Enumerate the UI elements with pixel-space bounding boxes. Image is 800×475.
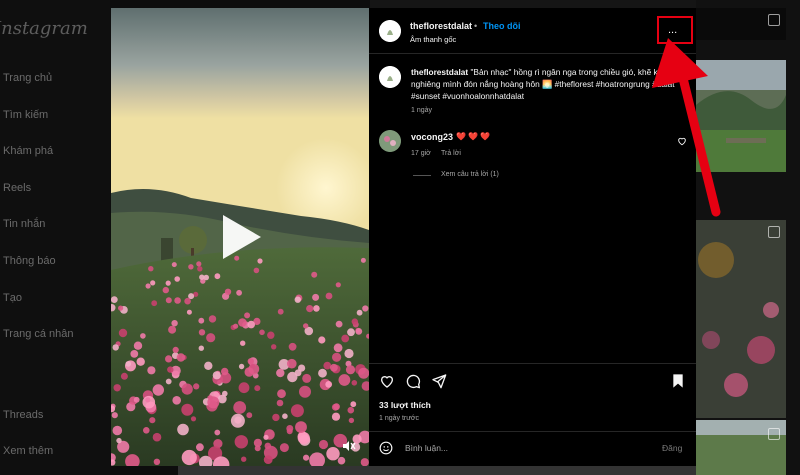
sidebar-item-explore[interactable]: Khám phá <box>3 145 53 157</box>
background-header <box>370 0 700 8</box>
emoji-icon[interactable] <box>379 441 393 455</box>
posted-time: 1 ngày trước <box>379 415 420 422</box>
comment-divider <box>369 431 696 432</box>
post-caption: theflorestdalat "Bản nhạc" hồng rì ngân … <box>411 66 683 102</box>
reel-icon <box>768 428 780 440</box>
annotation-arrow <box>652 38 721 217</box>
save-icon[interactable] <box>670 373 686 389</box>
post-comment-button[interactable]: Đăng <box>662 443 682 453</box>
caption-time: 1 ngày <box>411 107 433 114</box>
sidebar-item-messages[interactable]: Tin nhắn <box>3 218 45 230</box>
audio-label[interactable]: Âm thanh gốc <box>410 35 456 44</box>
sidebar-item-home[interactable]: Trang chủ <box>3 72 52 84</box>
share-icon[interactable] <box>431 373 447 389</box>
sidebar-item-threads[interactable]: Threads <box>3 409 43 421</box>
post-author-avatar[interactable] <box>379 20 401 42</box>
post-panel: theflorestdalat • Theo dõi Âm thanh gốc … <box>369 8 696 466</box>
comment-username[interactable]: vocong23 <box>411 132 453 142</box>
caption-author-avatar[interactable] <box>379 66 401 88</box>
sidebar-item-reels[interactable]: Reels <box>3 182 31 194</box>
like-count[interactable]: 33 lượt thích <box>379 400 431 410</box>
view-replies-button[interactable]: Xem câu trả lời (1) <box>441 171 499 178</box>
commenter-avatar[interactable] <box>379 130 401 152</box>
separator-dot: • <box>474 21 478 31</box>
sidebar-item-create[interactable]: Tạo <box>3 292 22 304</box>
comment-time: 17 giờ <box>411 150 431 157</box>
reel-icon <box>768 226 780 238</box>
instagram-logo: Instagram <box>0 18 88 39</box>
actions-divider <box>369 363 696 364</box>
reel-icon <box>768 14 780 26</box>
comment-input[interactable]: Bình luận... <box>405 443 448 453</box>
sidebar-item-more[interactable]: Xem thêm <box>3 445 53 457</box>
more-options-icon: ... <box>668 24 678 36</box>
follow-button[interactable]: Theo dõi <box>483 21 521 31</box>
mute-icon[interactable] <box>342 440 356 452</box>
sidebar-item-search[interactable]: Tìm kiếm <box>3 109 48 121</box>
caption-username[interactable]: theflorestdalat <box>411 67 468 77</box>
sidebar-item-profile[interactable]: Trang cá nhân <box>3 328 74 340</box>
comment-text: ❤️ ❤️ ❤️ <box>456 132 491 141</box>
play-icon[interactable] <box>223 215 261 259</box>
header-divider <box>369 53 696 54</box>
replies-line <box>413 175 431 176</box>
comment-icon[interactable] <box>405 373 421 389</box>
grid-tile <box>696 220 786 418</box>
reply-button[interactable]: Trả lời <box>441 150 461 157</box>
sidebar: Instagram Trang chủ Tìm kiếm Khám phá Re… <box>0 0 110 475</box>
sidebar-item-notifications[interactable]: Thông báo <box>3 255 56 267</box>
like-icon[interactable] <box>379 373 395 389</box>
post-author-username[interactable]: theflorestdalat <box>410 21 472 31</box>
